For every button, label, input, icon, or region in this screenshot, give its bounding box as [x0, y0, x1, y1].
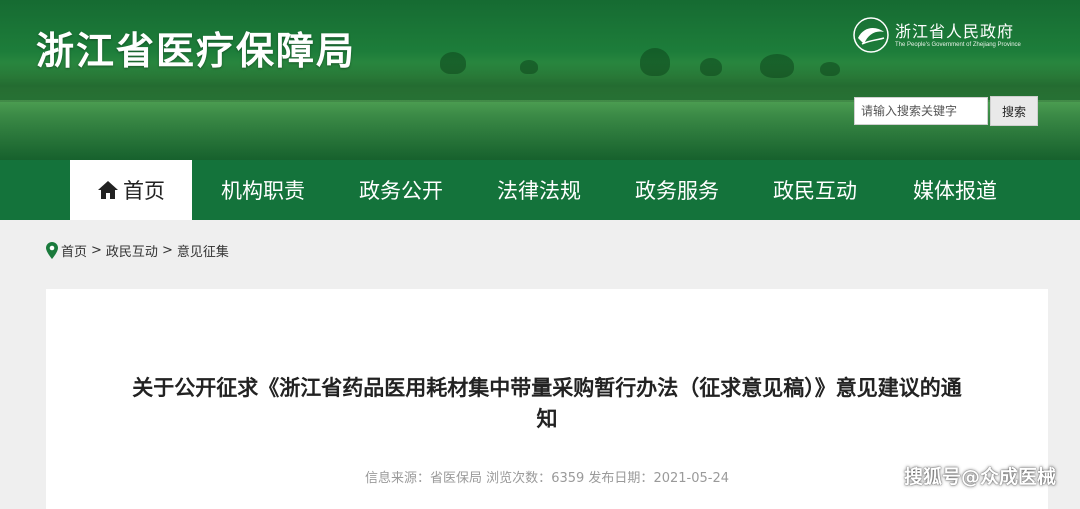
gov-name[interactable]: 浙江省人民政府: [895, 18, 1014, 42]
gov-emblem-icon: [853, 17, 889, 53]
meta-views-label: 浏览次数：: [486, 471, 552, 486]
banner-tree: [440, 52, 466, 74]
article-title: 关于公开征求《浙江省药品医用耗材集中带量采购暂行办法（征求意见稿）》意见建议的通…: [132, 376, 962, 431]
breadcrumb-separator: >: [161, 242, 173, 258]
meta-source: 省医保局: [430, 471, 483, 486]
nav-item-label: 政民互动: [773, 179, 857, 203]
banner-tree: [520, 60, 538, 74]
article-meta: 信息来源：省医保局 浏览次数：6359 发布日期：2021-05-24: [46, 467, 1048, 486]
main-nav: 首页 机构职责 政务公开 法律法规 政务服务 政民互动 媒体报道: [0, 160, 1080, 220]
breadcrumb-current[interactable]: 意见征集: [177, 241, 229, 260]
article-card: 关于公开征求《浙江省药品医用耗材集中带量采购暂行办法（征求意见稿）》意见建议的通…: [46, 289, 1048, 509]
nav-item-gov-affairs[interactable]: 政务公开: [334, 160, 468, 220]
watermark: 搜狐号@众成医械: [903, 466, 1056, 488]
banner-tree: [640, 48, 670, 76]
breadcrumb: 首页 > 政民互动 > 意见征集: [46, 240, 229, 260]
nav-item-label: 法律法规: [497, 179, 581, 203]
nav-item-label: 政务服务: [635, 179, 719, 203]
banner-tree: [760, 54, 794, 78]
banner-tree: [700, 58, 722, 76]
home-icon: [98, 181, 118, 199]
nav-item-media[interactable]: 媒体报道: [888, 160, 1022, 220]
breadcrumb-home[interactable]: 首页: [61, 241, 87, 260]
nav-item-label: 机构职责: [221, 179, 305, 203]
meta-date: 2021-05-24: [653, 471, 729, 486]
nav-item-home[interactable]: 首页: [70, 160, 192, 220]
meta-views: 6359: [551, 471, 585, 486]
nav-item-label: 首页: [123, 179, 165, 203]
search-input[interactable]: [854, 97, 988, 125]
breadcrumb-interaction[interactable]: 政民互动: [106, 241, 158, 260]
nav-item-laws[interactable]: 法律法规: [472, 160, 606, 220]
meta-date-label: 发布日期：: [588, 471, 654, 486]
site-title[interactable]: 浙江省医疗保障局: [36, 20, 356, 75]
banner-tree: [820, 62, 840, 76]
nav-item-label: 政务公开: [359, 179, 443, 203]
nav-item-services[interactable]: 政务服务: [610, 160, 744, 220]
search-button[interactable]: 搜索: [990, 96, 1038, 126]
nav-item-interaction[interactable]: 政民互动: [748, 160, 882, 220]
nav-item-institution[interactable]: 机构职责: [196, 160, 330, 220]
location-pin-icon: [46, 241, 58, 259]
gov-name-en: The People's Government of Zhejiang Prov…: [895, 42, 1021, 48]
meta-source-label: 信息来源：: [365, 471, 431, 486]
header-banner: 浙江省医疗保障局 浙江省人民政府 The People's Government…: [0, 0, 1080, 160]
nav-item-label: 媒体报道: [913, 179, 997, 203]
breadcrumb-separator: >: [91, 242, 102, 258]
